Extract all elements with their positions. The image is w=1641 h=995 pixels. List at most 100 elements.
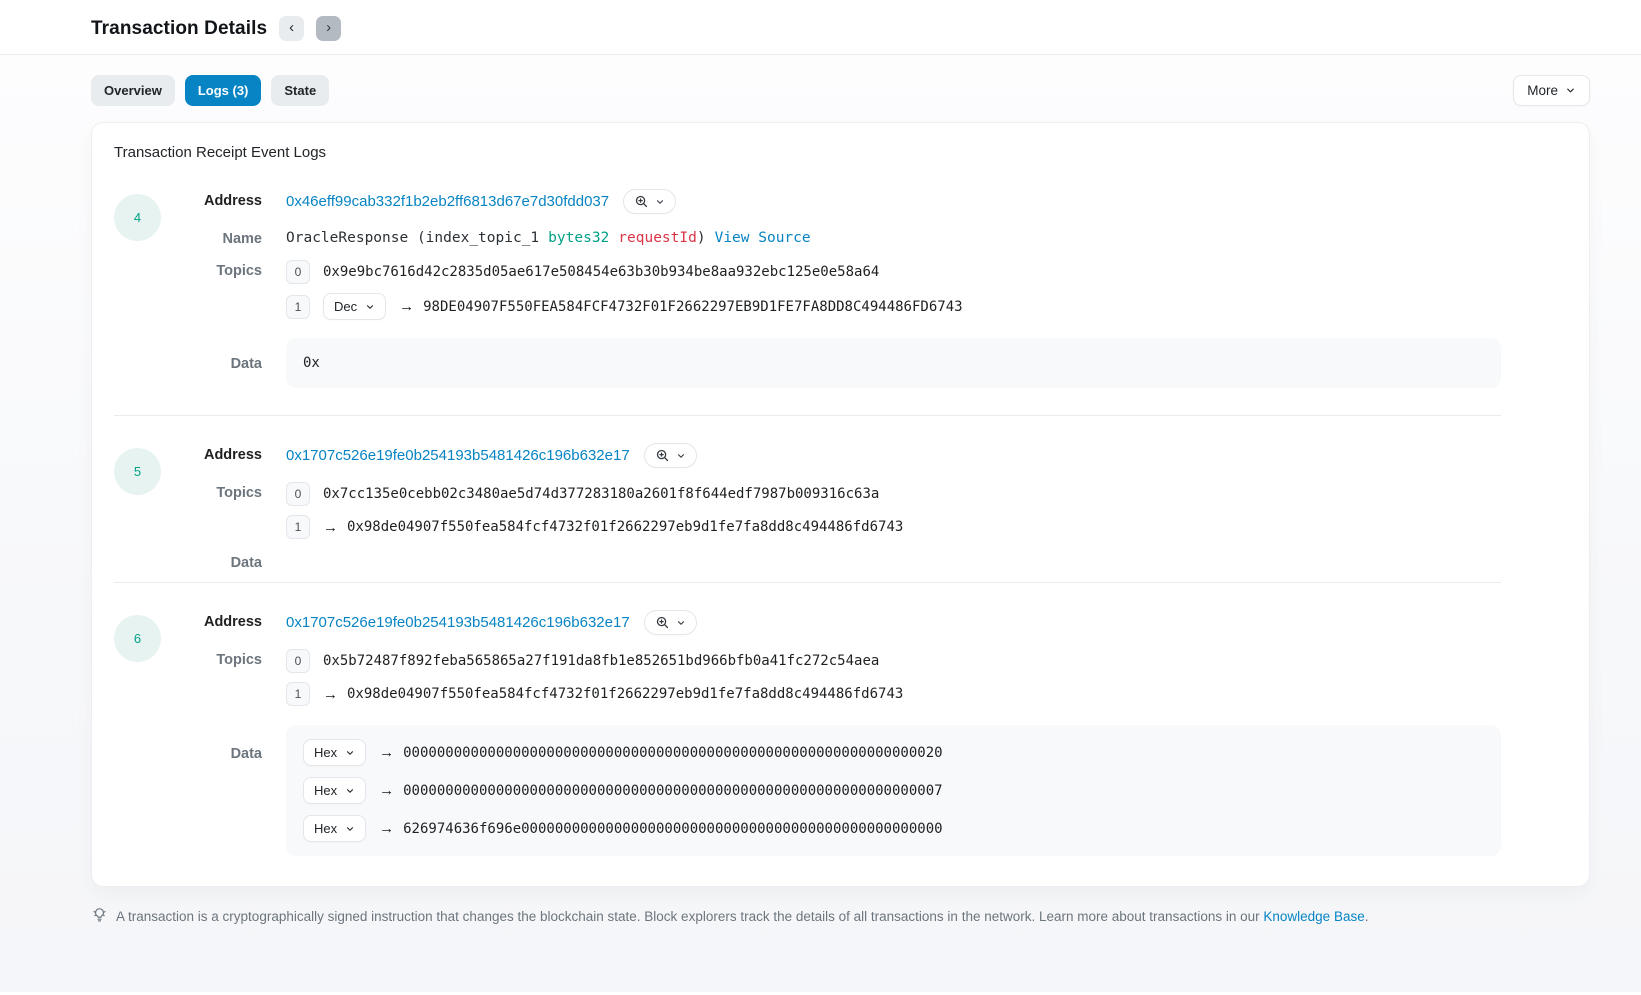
arrow-right-icon: → (323, 686, 338, 703)
topic-row: 1 → 0x98de04907f550fea584fcf4732f01f2662… (286, 682, 1501, 706)
format-label: Hex (314, 745, 337, 760)
data-word-row: Hex → 626974636f696e00000000000000000000… (303, 815, 1484, 842)
lightbulb-icon (91, 906, 108, 926)
topic-index-badge: 1 (286, 515, 310, 539)
data-row: Data Hex → 00000000000000000000000000000… (286, 725, 1501, 856)
tab-logs[interactable]: Logs (3) (185, 75, 262, 106)
data-row: Data 0x (286, 338, 1501, 388)
log-entry: 4 Address 0x46eff99cab332f1b2eb2ff6813d6… (114, 189, 1501, 388)
topics-label: Topics (114, 648, 262, 668)
entry-divider (114, 415, 1501, 416)
content-area: Overview Logs (3) State More Transaction… (0, 55, 1641, 992)
chevron-down-icon (676, 451, 686, 461)
address-label: Address (114, 610, 262, 630)
topic-value: 0x5b72487f892feba565865a27f191da8fb1e852… (323, 653, 879, 669)
data-format-dropdown[interactable]: Hex (303, 815, 366, 842)
chevron-down-icon (365, 302, 375, 312)
name-row: Name OracleResponse (index_topic_1bytes3… (286, 227, 1501, 246)
address-link[interactable]: 0x1707c526e19fe0b254193b5481426c196b632e… (286, 447, 630, 464)
data-word-value: 626974636f696e00000000000000000000000000… (403, 821, 942, 837)
chevron-down-icon (1565, 85, 1576, 96)
event-logs-card: Transaction Receipt Event Logs 4 Address… (91, 122, 1590, 887)
event-signature: OracleResponse (index_topic_1 (286, 230, 539, 246)
tab-toolbar: Overview Logs (3) State More (91, 55, 1590, 106)
topic-value: 98DE04907F550FEA584FCF4732F01F2662297EB9… (423, 299, 962, 315)
previous-transaction-button[interactable]: ‹ (279, 16, 304, 41)
data-word-value: 0000000000000000000000000000000000000000… (403, 745, 942, 761)
event-param-name: requestId (618, 230, 697, 246)
page-footer: A transaction is a cryptographically sig… (91, 906, 1590, 926)
view-source-link[interactable]: View Source (715, 230, 811, 246)
tab-overview[interactable]: Overview (91, 75, 175, 106)
topic-index-badge: 0 (286, 482, 310, 506)
address-zoom-button[interactable] (644, 443, 697, 468)
event-signature-close: ) (697, 230, 706, 246)
data-label: Data (114, 338, 262, 372)
magnifier-plus-icon (655, 615, 670, 630)
data-box: 0x (286, 338, 1501, 388)
chevron-down-icon (655, 197, 665, 207)
tab-state[interactable]: State (271, 75, 329, 106)
magnifier-plus-icon (655, 448, 670, 463)
topic-value: 0x98de04907f550fea584fcf4732f01f2662297e… (347, 519, 903, 535)
more-dropdown-button[interactable]: More (1513, 75, 1590, 106)
chevron-down-icon (676, 618, 686, 628)
address-row: Address 0x1707c526e19fe0b254193b5481426c… (286, 610, 1501, 635)
arrow-right-icon: → (399, 298, 414, 315)
name-label: Name (114, 227, 262, 247)
topic-row: 0 0x7cc135e0cebb02c3480ae5d74d377283180a… (286, 482, 1501, 506)
address-label: Address (114, 443, 262, 463)
chevron-left-icon: ‹ (289, 20, 294, 35)
page-header: Transaction Details ‹ › (0, 0, 1641, 54)
format-label: Hex (314, 783, 337, 798)
topic-value: 0x98de04907f550fea584fcf4732f01f2662297e… (347, 686, 903, 702)
event-param-type: bytes32 (548, 230, 609, 246)
footer-period: . (1365, 909, 1369, 924)
data-box: Hex → 0000000000000000000000000000000000… (286, 725, 1501, 856)
address-zoom-button[interactable] (644, 610, 697, 635)
format-label: Dec (334, 299, 357, 314)
data-format-dropdown[interactable]: Hex (303, 739, 366, 766)
entry-divider (114, 582, 1501, 583)
address-zoom-button[interactable] (623, 189, 676, 214)
data-format-dropdown[interactable]: Hex (303, 777, 366, 804)
data-label: Data (114, 725, 262, 762)
topic-index-badge: 0 (286, 260, 310, 284)
topic-row: 0 0x5b72487f892feba565865a27f191da8fb1e8… (286, 649, 1501, 673)
address-row: Address 0x46eff99cab332f1b2eb2ff6813d67e… (286, 189, 1501, 214)
card-heading: Transaction Receipt Event Logs (114, 144, 1567, 161)
chevron-down-icon (345, 786, 355, 796)
topics-label: Topics (114, 259, 262, 279)
topics-row: Topics 0 0x9e9bc7616d42c2835d05ae617e508… (286, 259, 1501, 320)
data-word-row: Hex → 0000000000000000000000000000000000… (303, 777, 1484, 804)
log-entries: 4 Address 0x46eff99cab332f1b2eb2ff6813d6… (114, 189, 1501, 856)
topic-row: 1 Dec → 98DE04907F550FEA584FCF4732F01F26… (286, 293, 1501, 320)
topic-value: 0x7cc135e0cebb02c3480ae5d74d377283180a26… (323, 486, 879, 502)
topic-format-dropdown[interactable]: Dec (323, 293, 386, 320)
topic-index-badge: 1 (286, 682, 310, 706)
format-label: Hex (314, 821, 337, 836)
topics-row: Topics 0 0x7cc135e0cebb02c3480ae5d74d377… (286, 481, 1501, 539)
data-label: Data (114, 555, 262, 571)
topic-value: 0x9e9bc7616d42c2835d05ae617e508454e63b30… (323, 264, 879, 280)
topic-row: 0 0x9e9bc7616d42c2835d05ae617e508454e63b… (286, 260, 1501, 284)
next-transaction-button[interactable]: › (316, 16, 341, 41)
page-title: Transaction Details (91, 18, 267, 40)
address-link[interactable]: 0x46eff99cab332f1b2eb2ff6813d67e7d30fdd0… (286, 193, 609, 210)
data-word-row: Hex → 0000000000000000000000000000000000… (303, 739, 1484, 766)
knowledge-base-link[interactable]: Knowledge Base (1263, 909, 1364, 924)
address-row: Address 0x1707c526e19fe0b254193b5481426c… (286, 443, 1501, 468)
log-entry: 6 Address 0x1707c526e19fe0b254193b548142… (114, 610, 1501, 856)
topic-index-badge: 0 (286, 649, 310, 673)
magnifier-plus-icon (634, 194, 649, 209)
address-link[interactable]: 0x1707c526e19fe0b254193b5481426c196b632e… (286, 614, 630, 631)
tab-group: Overview Logs (3) State (91, 75, 329, 106)
topics-label: Topics (114, 481, 262, 501)
data-word-value: 0000000000000000000000000000000000000000… (403, 783, 942, 799)
topic-index-badge: 1 (286, 295, 310, 319)
chevron-down-icon (345, 824, 355, 834)
chevron-down-icon (345, 748, 355, 758)
log-entry: 5 Address 0x1707c526e19fe0b254193b548142… (114, 443, 1501, 555)
arrow-right-icon: → (323, 519, 338, 536)
arrow-right-icon: → (379, 744, 394, 761)
